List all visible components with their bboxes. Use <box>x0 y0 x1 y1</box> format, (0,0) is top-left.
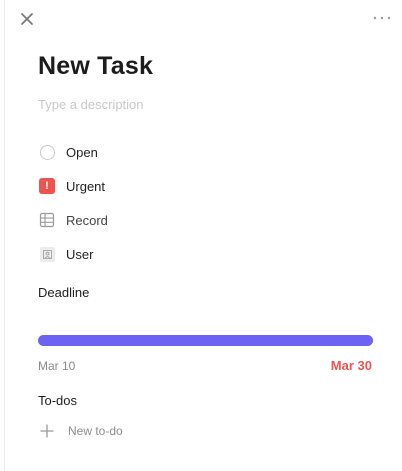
user-avatar-placeholder <box>39 246 55 262</box>
status-property[interactable]: Open <box>38 142 368 162</box>
deadline-range-fill <box>38 335 373 346</box>
description-input[interactable] <box>38 97 368 112</box>
deadline-start-date[interactable]: Mar 10 <box>38 359 75 373</box>
priority-label: Urgent <box>66 178 106 194</box>
close-button[interactable] <box>19 11 35 27</box>
urgent-badge: ! <box>39 178 55 194</box>
more-horizontal-icon <box>373 16 391 20</box>
urgent-exclamation-icon: ! <box>38 177 56 195</box>
todos-heading: To-dos <box>38 393 78 408</box>
task-panel: New Task Open ! Urgent Record <box>4 0 402 471</box>
new-todo-label: New to-do <box>68 424 123 438</box>
task-title[interactable]: New Task <box>38 52 153 81</box>
user-property[interactable]: User <box>38 244 368 264</box>
user-icon <box>38 245 56 263</box>
status-label: Open <box>66 144 98 160</box>
record-property[interactable]: Record <box>38 210 368 230</box>
record-label: Record <box>66 212 108 228</box>
deadline-end-date[interactable]: Mar 30 <box>331 358 372 373</box>
user-label: User <box>66 246 94 262</box>
plus-icon <box>40 424 54 438</box>
priority-property[interactable]: ! Urgent <box>38 176 368 196</box>
new-todo-button[interactable]: New to-do <box>40 424 123 438</box>
close-icon <box>21 13 33 25</box>
more-options-button[interactable] <box>372 10 392 26</box>
deadline-range-bar[interactable] <box>38 335 373 346</box>
status-circle-icon <box>38 143 56 161</box>
table-icon <box>38 211 56 229</box>
status-circle-shape <box>39 144 55 160</box>
deadline-heading: Deadline <box>38 285 90 300</box>
